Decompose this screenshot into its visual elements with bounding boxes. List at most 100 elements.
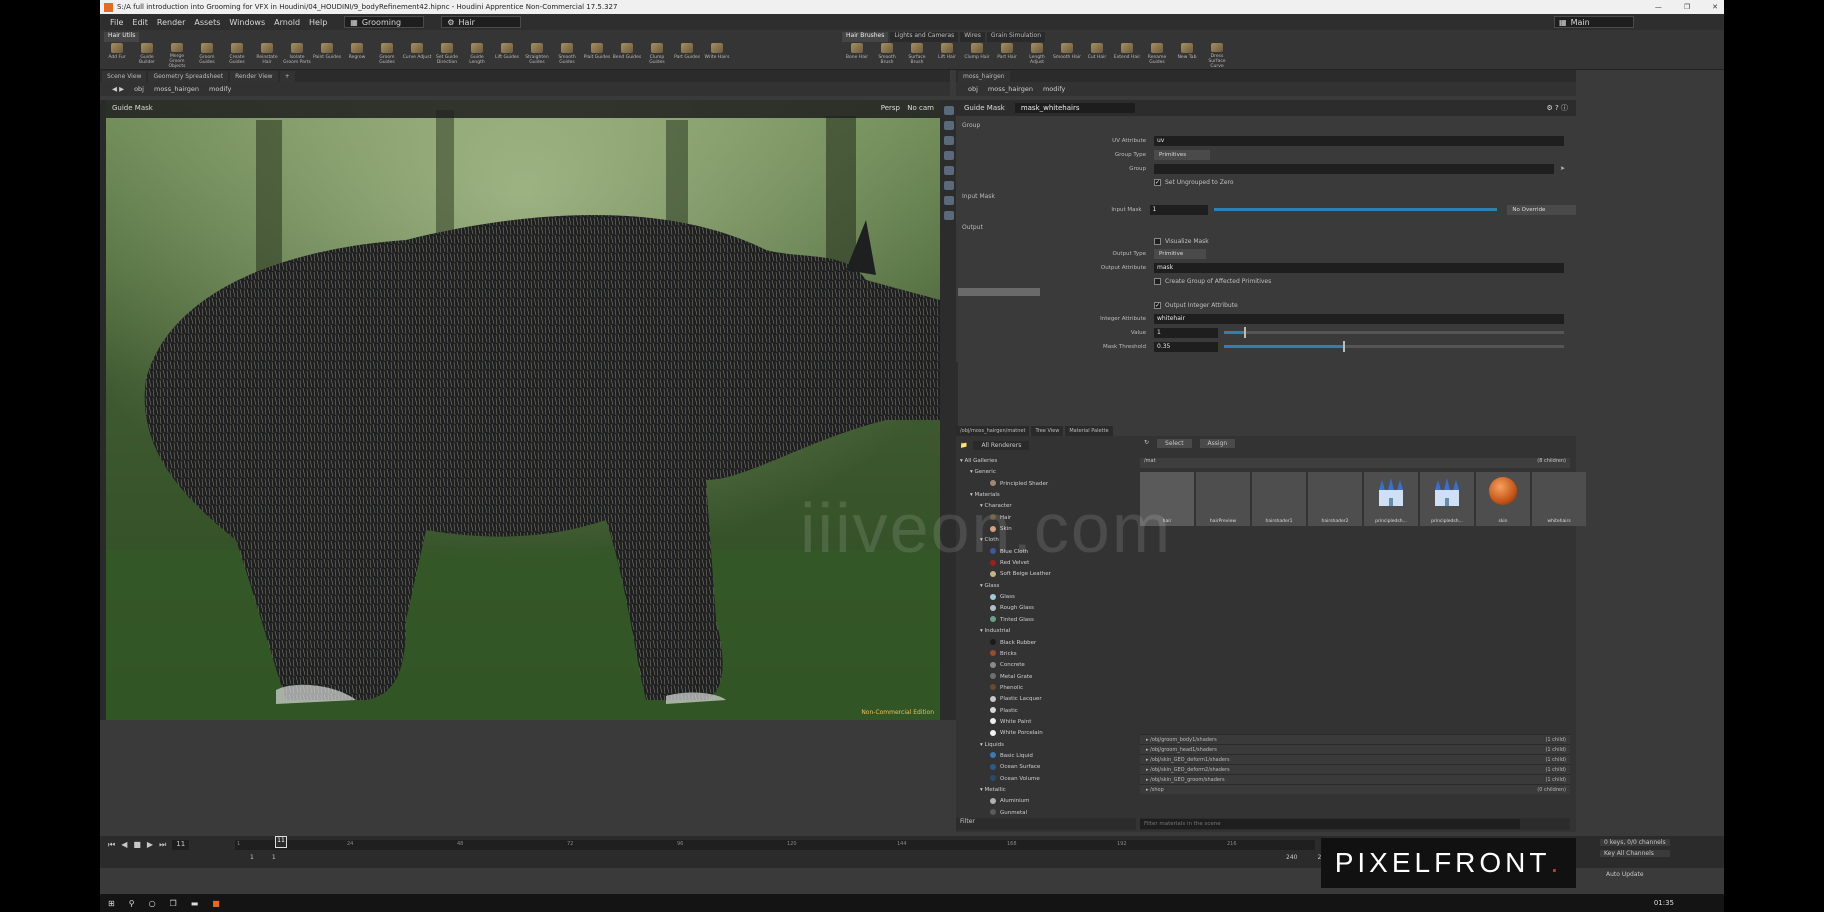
shelf-tool[interactable]: Guide Builder (132, 43, 162, 69)
gallery-tree-item[interactable]: Glass (956, 592, 1136, 603)
shelf-tool[interactable]: Paint Guides (312, 43, 342, 69)
shelf-tool[interactable]: Plait Guides (582, 43, 612, 69)
output-type-dropdown[interactable]: Primitive (1154, 248, 1206, 259)
material-library-row[interactable]: ▸ /obj/skin_GEO_deform2/shaders (1 child) (1140, 764, 1570, 774)
shelf-tool[interactable]: Part Hair (992, 43, 1022, 69)
frame-marker[interactable]: 11 (275, 836, 287, 848)
path-obj[interactable]: obj (134, 85, 144, 93)
camera-persp-label[interactable]: Persp (881, 104, 900, 112)
shelf-tab-grain[interactable]: Grain Simulation (986, 32, 1046, 42)
keys-channels[interactable]: 0 keys, 0/0 channels (1600, 839, 1670, 846)
set-ungrouped-checkbox[interactable]: ✓ (1154, 179, 1161, 186)
shelf-tool[interactable]: Length Adjust (1022, 43, 1052, 69)
shelf-tool[interactable]: Bend Guides (612, 43, 642, 69)
display-option-icon[interactable] (944, 106, 954, 115)
explorer-icon[interactable]: ▬ (191, 899, 199, 908)
shelf-tool[interactable]: Bone Hair (842, 43, 872, 69)
maximize-button[interactable]: ❐ (1684, 3, 1690, 11)
shelf-tool[interactable]: Merge Groom Objects (162, 43, 192, 69)
shelf-tool[interactable]: Cut Hair (1082, 43, 1112, 69)
material-library-row[interactable]: ▸ /obj/groom_body1/shaders (1 child) (1140, 734, 1570, 744)
menu-assets[interactable]: Assets (194, 18, 220, 27)
display-option-icon[interactable] (944, 181, 954, 190)
gallery-tree-item[interactable]: Black Rubber (956, 638, 1136, 649)
shelf-tool[interactable]: Straighten Guides (522, 43, 552, 69)
gallery-tree-item[interactable]: Soft Beige Leather (956, 569, 1136, 580)
shelf-tool[interactable]: Guide Length (462, 43, 492, 69)
main-selector[interactable]: ▦ Main (1554, 16, 1634, 28)
integer-attribute-field[interactable]: whitehair (1154, 313, 1564, 324)
shelf-tool[interactable]: Set Guide Direction (432, 43, 462, 69)
shelf-tool[interactable]: Rename Guides (1142, 43, 1172, 69)
back-arrow-icon[interactable]: ◀ ▶ (112, 85, 124, 93)
menu-file[interactable]: File (110, 18, 123, 27)
gallery-tree-item[interactable]: Plastic (956, 706, 1136, 717)
material-thumbnail[interactable]: principledsh... (1364, 472, 1418, 526)
node-name-field[interactable]: mask_whitehairs (1014, 103, 1135, 113)
visualize-checkbox[interactable] (1154, 238, 1161, 245)
group-type-dropdown[interactable]: Primitives (1154, 149, 1210, 160)
tab-geometry-spreadsheet[interactable]: Geometry Spreadsheet (148, 70, 229, 82)
params-path-modify[interactable]: modify (1043, 85, 1065, 93)
task-view-icon[interactable]: ❐ (170, 899, 177, 908)
range-end-field[interactable]: 240 (1286, 854, 1297, 861)
shelf-tool[interactable]: Isolate Groom Parts (282, 43, 312, 69)
gallery-tree-item[interactable]: ▾ Metallic (956, 785, 1136, 796)
shelf-tool[interactable]: Smooth Hair (1052, 43, 1082, 69)
input-mask-override-dropdown[interactable]: No Override (1507, 204, 1576, 215)
display-option-icon[interactable] (944, 211, 954, 220)
display-option-icon[interactable] (944, 196, 954, 205)
shelf-tool[interactable]: Regrow (342, 43, 372, 69)
mat-group-header[interactable]: /mat (8 children) (1140, 458, 1570, 468)
gallery-tree-item[interactable]: Phenolic (956, 683, 1136, 694)
tab-render-view[interactable]: Render View (230, 70, 278, 82)
desktop-selector[interactable]: ▦ Grooming (344, 16, 425, 28)
gallery-tree-item[interactable]: Plastic Lacquer (956, 694, 1136, 705)
input-mask-field[interactable]: 1 (1149, 204, 1209, 215)
uv-attribute-field[interactable]: uv (1154, 135, 1564, 146)
group-field[interactable] (1154, 163, 1554, 174)
shelf-tool[interactable]: Clump Guides (642, 43, 672, 69)
shelf-tool[interactable]: Part Guides (672, 43, 702, 69)
menu-help[interactable]: Help (309, 18, 327, 27)
shelf-tool[interactable]: Curve Adjust (402, 43, 432, 69)
add-tab-icon[interactable]: + (279, 70, 295, 82)
gallery-tree-item[interactable]: Ocean Surface (956, 762, 1136, 773)
value-slider[interactable] (1224, 327, 1564, 338)
tab-scene-view[interactable]: Scene View (102, 70, 147, 82)
gallery-tree-item[interactable]: ▾ Industrial (956, 626, 1136, 637)
renderer-dropdown[interactable]: All Renderers (973, 440, 1030, 450)
gallery-tree-item[interactable]: Rough Glass (956, 603, 1136, 614)
key-all-channels-button[interactable]: Key All Channels (1600, 850, 1670, 857)
frame-field[interactable]: 11 (172, 840, 190, 850)
close-button[interactable]: ✕ (1712, 3, 1718, 11)
material-thumbnail[interactable]: hairPreview (1196, 472, 1250, 526)
select-button[interactable]: Select (1157, 439, 1192, 448)
shelf-tab-hair-utils[interactable]: Hair Utils (104, 32, 140, 42)
material-library-row[interactable]: ▸ /obj/groom_head1/shaders (1 child) (1140, 744, 1570, 754)
stop-icon[interactable]: ■ (133, 840, 141, 850)
threshold-slider[interactable] (1224, 341, 1564, 352)
display-option-icon[interactable] (944, 121, 954, 130)
material-thumbnail[interactable]: whitehairs (1532, 472, 1586, 526)
gallery-tree-item[interactable]: Metal Grate (956, 672, 1136, 683)
context-selector[interactable]: ⚙ Hair (441, 16, 522, 28)
refresh-icon[interactable]: ↻ (1144, 439, 1149, 448)
range-start-field[interactable]: 1 (250, 854, 254, 861)
menu-windows[interactable]: Windows (229, 18, 265, 27)
shelf-tool[interactable]: Add Fur (102, 43, 132, 69)
shelf-tab-hair-brushes[interactable]: Hair Brushes (842, 32, 889, 42)
tab-material-palette[interactable]: Material Palette (1065, 426, 1113, 436)
material-thumbnail[interactable]: principledsh... (1420, 472, 1474, 526)
first-frame-icon[interactable]: ⏮ (108, 840, 115, 850)
scene-viewport[interactable]: Guide Mask Persp No cam Non-Commercial E… (106, 100, 940, 720)
shelf-tool[interactable]: Groom Guides (192, 43, 222, 69)
select-arrow-icon[interactable]: ➤ (1560, 165, 1565, 172)
shelf-tool[interactable]: Reinstate Hair (252, 43, 282, 69)
shelf-tool[interactable]: Write Hairs (702, 43, 732, 69)
display-option-icon[interactable] (944, 136, 954, 145)
gallery-tree-item[interactable]: Basic Liquid (956, 751, 1136, 762)
shelf-tool[interactable]: Groom Guides (372, 43, 402, 69)
params-path-obj[interactable]: obj (968, 85, 978, 93)
shelf-tool[interactable]: Lift Hair (932, 43, 962, 69)
